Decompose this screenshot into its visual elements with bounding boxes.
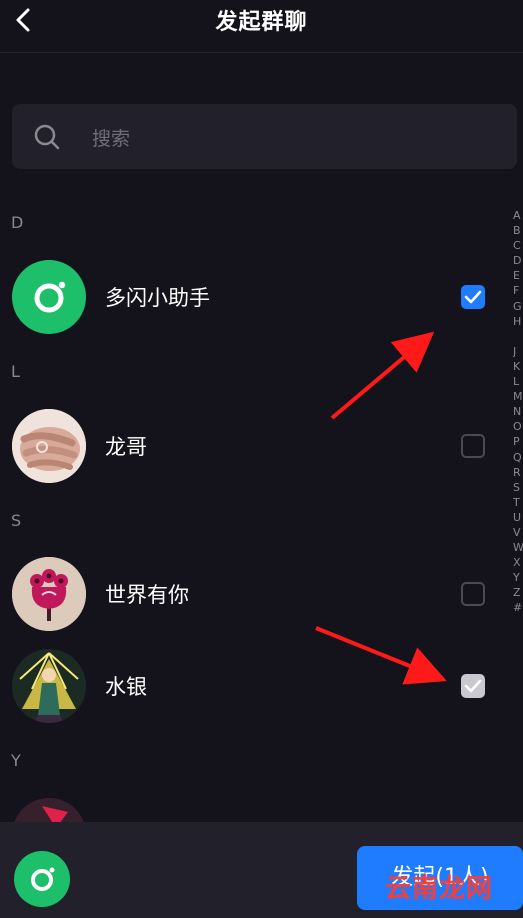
index-letter[interactable]: V (513, 525, 523, 540)
index-letter[interactable]: A (513, 208, 523, 223)
index-letter[interactable]: K (513, 359, 523, 374)
index-letter[interactable]: H (513, 314, 523, 329)
index-letter[interactable]: X (513, 555, 523, 570)
section-header-s: S (11, 511, 22, 530)
search-placeholder: 搜索 (92, 128, 131, 150)
select-checkbox[interactable] (461, 285, 485, 309)
index-letter[interactable]: L (513, 374, 523, 389)
contact-row[interactable]: 水银 (0, 646, 510, 726)
avatar (12, 649, 86, 723)
avatar (12, 260, 86, 334)
watermark-text: 云南龙网 (385, 874, 494, 904)
index-letter[interactable]: Y (513, 570, 523, 585)
contact-name: 水银 (105, 675, 147, 699)
index-letter[interactable]: R (513, 465, 523, 480)
contact-name: 世界有你 (105, 583, 189, 607)
index-letter[interactable]: W (513, 540, 523, 555)
index-letter[interactable] (513, 329, 523, 344)
select-checkbox[interactable] (461, 434, 485, 458)
contact-row[interactable]: 多闪小助手 (0, 257, 510, 337)
flower-illustration-icon (12, 557, 86, 631)
duoshan-logo-icon (34, 281, 66, 313)
page-title: 发起群聊 (215, 10, 308, 35)
contact-row[interactable]: 世界有你 (0, 554, 510, 634)
selected-avatar[interactable] (14, 851, 70, 907)
select-checkbox[interactable] (461, 582, 485, 606)
contact-name: 多闪小助手 (105, 286, 210, 310)
checkmark-icon (464, 290, 482, 304)
screen: 发起群聊 搜索 D 多闪小助手 L 龙哥 S 世界有你 水银 Y A B C D… (0, 0, 523, 918)
index-letter[interactable]: U (513, 510, 523, 525)
index-letter[interactable]: S (513, 480, 523, 495)
select-checkbox-disabled[interactable] (461, 674, 485, 698)
index-letter[interactable]: D (513, 253, 523, 268)
hand-photo-icon (12, 409, 86, 483)
checkmark-icon (464, 679, 482, 693)
contact-row[interactable]: 龙哥 (0, 406, 510, 486)
index-letter[interactable]: T (513, 495, 523, 510)
index-letter[interactable]: G (513, 299, 523, 314)
index-letter[interactable]: C (513, 238, 523, 253)
search-input[interactable]: 搜索 (12, 104, 517, 169)
contact-name: 龙哥 (105, 435, 147, 459)
section-header-l: L (11, 362, 20, 381)
index-letter[interactable]: B (513, 223, 523, 238)
search-icon (34, 124, 60, 150)
character-art-icon (12, 649, 86, 723)
index-letter[interactable]: # (513, 600, 523, 615)
index-letter[interactable]: Z (513, 585, 523, 600)
avatar (12, 409, 86, 483)
index-letter[interactable]: O (513, 419, 523, 434)
alphabet-index-bar[interactable]: ABCDEFGH J K L M N O P Q R S T U V W X Y Z # (513, 208, 523, 616)
index-letter[interactable]: J (513, 344, 523, 359)
index-letter[interactable]: N (513, 404, 523, 419)
index-letter[interactable]: F (513, 283, 523, 298)
section-header-d: D (11, 213, 24, 232)
index-letter[interactable]: Q (513, 450, 523, 465)
index-letter[interactable]: P (513, 434, 523, 449)
header: 发起群聊 (0, 0, 523, 53)
duoshan-logo-icon (31, 867, 55, 891)
index-letter[interactable]: E (513, 268, 523, 283)
avatar (12, 557, 86, 631)
section-header-y: Y (11, 751, 21, 770)
index-letter[interactable]: M (513, 389, 523, 404)
